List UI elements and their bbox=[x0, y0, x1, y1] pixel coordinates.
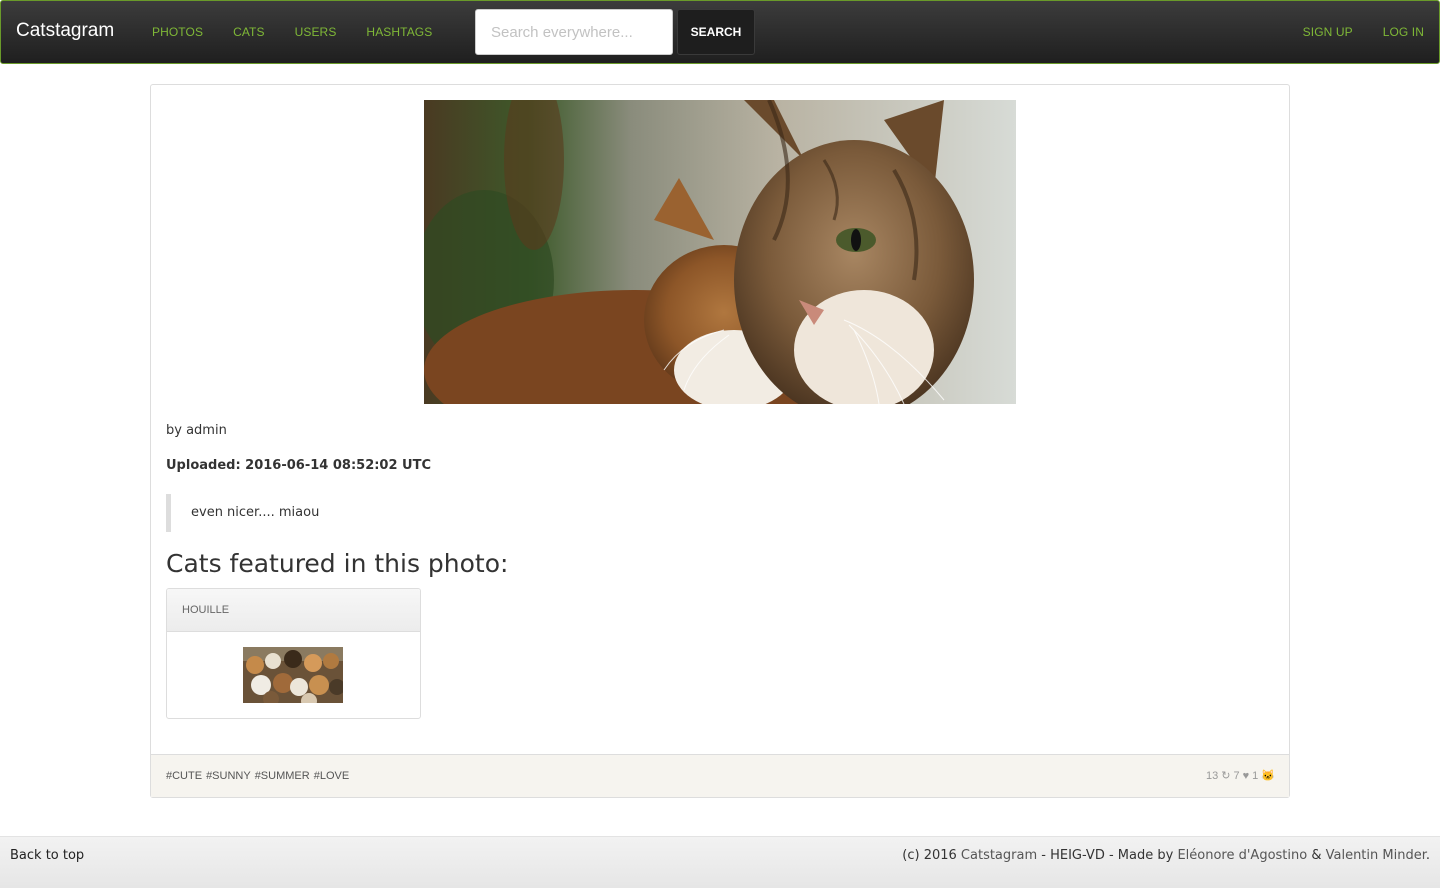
nav-links: Photos Cats Users Hashtags bbox=[137, 1, 447, 63]
nav-link-hashtags[interactable]: Hashtags bbox=[351, 1, 447, 63]
back-to-top-link[interactable]: Back to top bbox=[10, 848, 84, 863]
repost-icon: ↻ bbox=[1221, 770, 1231, 782]
nav-link-cats[interactable]: Cats bbox=[218, 1, 280, 63]
hashtag-list: #cute #sunny #summer #love bbox=[166, 755, 349, 797]
copyright-text: (c) 2016 bbox=[902, 848, 961, 863]
page-footer: Back to top (c) 2016 Catstagram - HEIG-V… bbox=[0, 836, 1440, 888]
cat-card[interactable]: Houille bbox=[166, 588, 421, 719]
site-link[interactable]: Catstagram bbox=[961, 848, 1037, 863]
nav-link-photos[interactable]: Photos bbox=[137, 1, 218, 63]
cat-photo bbox=[424, 100, 1016, 404]
photo-author: by admin bbox=[166, 423, 227, 438]
author-link[interactable]: Valentin Minder bbox=[1326, 848, 1426, 863]
hashtag-link[interactable]: #love bbox=[314, 755, 349, 797]
heart-icon[interactable]: ♥ bbox=[1243, 755, 1250, 797]
period: . bbox=[1425, 848, 1430, 863]
featured-cats-heading: Cats featured in this photo: bbox=[166, 549, 509, 578]
cat-thumbnail[interactable] bbox=[243, 647, 343, 703]
photo-caption: even nicer.... miaou bbox=[166, 494, 319, 532]
photo-panel: by admin Uploaded: 2016-06-14 08:52:02 U… bbox=[150, 84, 1290, 798]
sign-up-link[interactable]: Sign up bbox=[1288, 1, 1368, 63]
panel-footer: #cute #sunny #summer #love 13 ↻ 7 ♥ 1 🐱 bbox=[151, 754, 1289, 797]
search-button[interactable]: Search bbox=[677, 9, 755, 55]
cat-icon: 🐱 bbox=[1261, 770, 1275, 782]
search-input[interactable] bbox=[475, 9, 673, 55]
view-count: 13 bbox=[1206, 770, 1219, 782]
hashtag-link[interactable]: #summer bbox=[255, 755, 310, 797]
hashtag-link[interactable]: #sunny bbox=[206, 755, 251, 797]
hashtag-link[interactable]: #cute bbox=[166, 755, 202, 797]
ampersand: & bbox=[1307, 848, 1326, 863]
navbar: Catstagram Photos Cats Users Hashtags Se… bbox=[0, 0, 1440, 64]
log-in-link[interactable]: Log in bbox=[1368, 1, 1439, 63]
cat-card-name[interactable]: Houille bbox=[167, 589, 420, 632]
upload-timestamp: Uploaded: 2016-06-14 08:52:02 UTC bbox=[166, 458, 432, 473]
photo-stats: 13 ↻ 7 ♥ 1 🐱 bbox=[1206, 755, 1275, 797]
nav-right: Sign up Log in bbox=[1288, 1, 1439, 63]
org-text: - HEIG-VD - Made by bbox=[1037, 848, 1178, 863]
like-count: 7 bbox=[1233, 770, 1240, 782]
brand-link[interactable]: Catstagram bbox=[16, 20, 114, 42]
nav-link-users[interactable]: Users bbox=[280, 1, 352, 63]
credits: (c) 2016 Catstagram - HEIG-VD - Made by … bbox=[902, 848, 1430, 863]
cat-count: 1 bbox=[1252, 770, 1259, 782]
author-link[interactable]: Eléonore d'Agostino bbox=[1177, 848, 1307, 863]
